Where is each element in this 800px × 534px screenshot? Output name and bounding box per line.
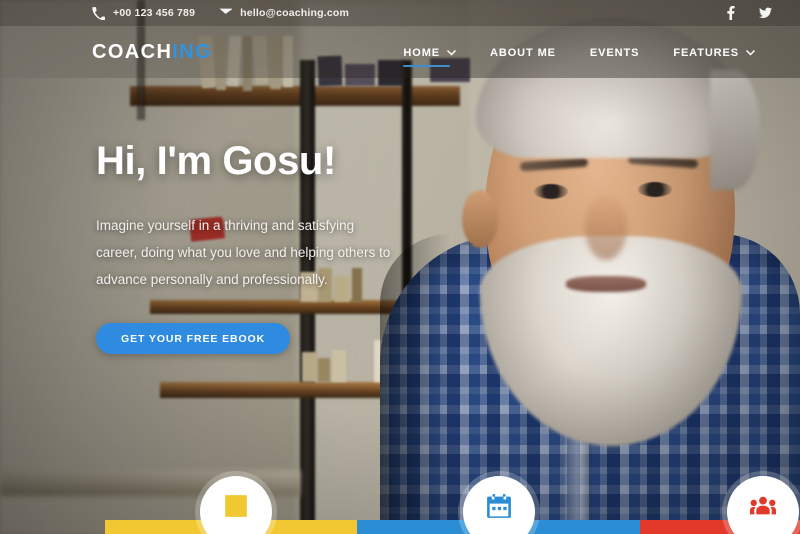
top-bar-contact-group: +00 123 456 789 hello@coaching.com [92, 6, 349, 20]
logo-accent-text: ING [172, 41, 213, 63]
photo-eye [638, 182, 672, 197]
get-free-ebook-button[interactable]: GET YOUR FREE EBOOK [96, 323, 291, 354]
landing-page: +00 123 456 789 hello@coaching.com COACH… [0, 0, 800, 534]
phone-contact[interactable]: +00 123 456 789 [92, 6, 196, 20]
logo-primary-text: COACH [92, 41, 173, 63]
nav-item-events[interactable]: EVENTS [573, 27, 656, 78]
twitter-icon[interactable] [759, 6, 772, 20]
nav-item-home[interactable]: HOME [386, 27, 473, 78]
email-address: hello@coaching.com [240, 7, 350, 19]
main-navigation-bar: COACHING HOME ABOUT ME EVENTS FEATURES [0, 27, 800, 78]
hero-paragraph: Imagine yourself in a thriving and satis… [96, 218, 391, 287]
calendar-icon [486, 494, 512, 519]
photo-hair-side [710, 70, 760, 190]
nav-item-label: HOME [403, 46, 441, 59]
photo-nose [585, 196, 627, 260]
envelope-icon [219, 7, 233, 20]
email-contact[interactable]: hello@coaching.com [219, 7, 349, 20]
service-bar-strip [0, 520, 800, 534]
phone-icon [92, 6, 105, 20]
nav-menu: HOME ABOUT ME EVENTS FEATURES [386, 27, 772, 78]
nav-item-label: ABOUT ME [490, 46, 556, 59]
chevron-down-icon [746, 49, 755, 56]
phone-number: +00 123 456 789 [113, 7, 196, 19]
nav-item-label: EVENTS [589, 46, 640, 59]
service-bar-gap [0, 520, 105, 534]
nav-item-features[interactable]: FEATURES [656, 27, 772, 78]
photo-book [318, 358, 330, 382]
photo-mouth [566, 276, 646, 292]
social-links [724, 6, 772, 20]
nav-item-label: FEATURES [673, 46, 739, 59]
chevron-down-icon [447, 49, 457, 56]
top-contact-bar: +00 123 456 789 hello@coaching.com [0, 0, 800, 27]
facebook-icon[interactable] [724, 6, 737, 20]
photo-eye [534, 184, 568, 199]
nav-item-about-me[interactable]: ABOUT ME [473, 27, 573, 78]
site-logo[interactable]: COACHING [92, 41, 212, 64]
hero-heading: Hi, I'm Gosu! [96, 139, 336, 183]
photo-book [332, 350, 346, 382]
group-icon [750, 496, 776, 519]
photo-book [302, 352, 318, 382]
document-icon [223, 495, 249, 519]
hero-section: Hi, I'm Gosu! Imagine yourself in a thri… [96, 140, 516, 354]
